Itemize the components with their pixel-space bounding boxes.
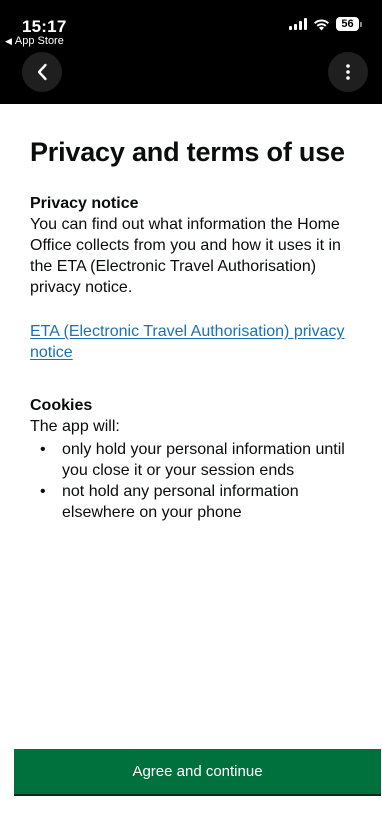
cookies-heading: Cookies [30, 397, 93, 414]
wifi-icon [314, 18, 329, 30]
status-time: 15:17 [22, 17, 67, 36]
back-to-app-link[interactable]: ◀ App Store [5, 35, 64, 47]
privacy-notice-heading: Privacy notice [30, 195, 139, 212]
more-options-button[interactable] [328, 52, 368, 92]
back-to-app-label: App Store [14, 35, 64, 47]
battery-level: 56 [336, 17, 359, 31]
privacy-notice-body: You can find out what information the Ho… [30, 216, 341, 296]
list-item: not hold any personal information elsewh… [40, 481, 362, 523]
main-content: Privacy notice You can find out what inf… [30, 193, 362, 523]
battery-icon: 56 [336, 17, 362, 31]
more-vertical-icon [346, 64, 350, 80]
top-bar: 15:17 ◀ App Store 56 [0, 0, 382, 104]
back-triangle-icon: ◀ [5, 35, 12, 46]
chevron-left-icon [37, 63, 47, 81]
cellular-signal-icon [289, 18, 307, 30]
cookies-intro: The app will: [30, 418, 120, 435]
page-title: Privacy and terms of use [30, 137, 345, 167]
list-item: only hold your personal information unti… [40, 439, 362, 481]
agree-and-continue-button[interactable]: Agree and continue [14, 749, 381, 794]
status-indicators: 56 [289, 17, 362, 31]
back-button[interactable] [22, 52, 62, 92]
privacy-notice-link[interactable]: ETA (Electronic Travel Authorisation) pr… [30, 321, 362, 363]
cookies-list: only hold your personal information unti… [30, 439, 362, 523]
